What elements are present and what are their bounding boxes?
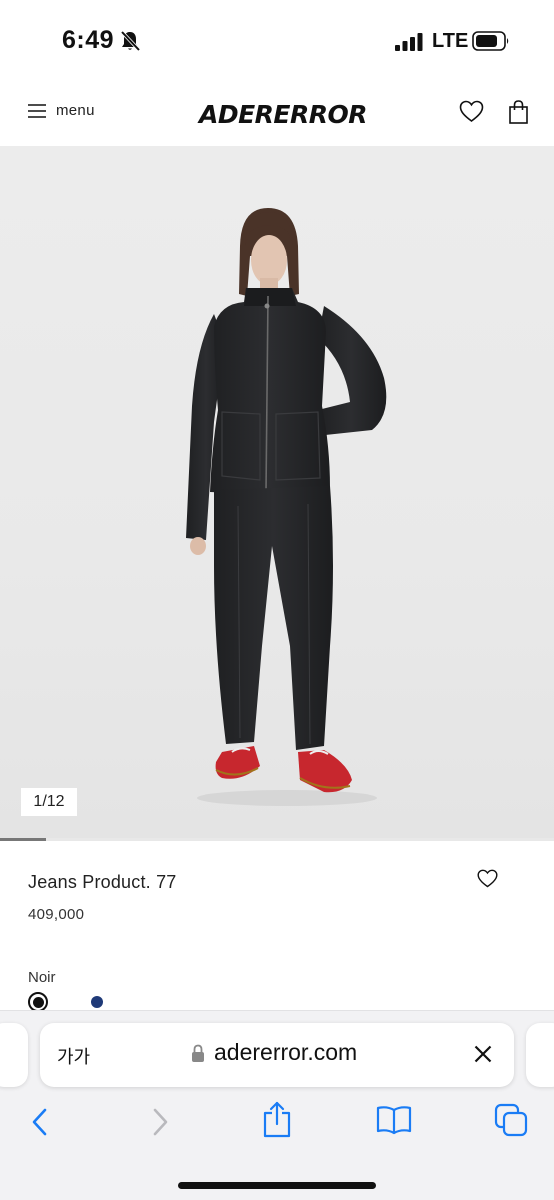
product-heart-icon[interactable] bbox=[477, 869, 498, 888]
bookmarks-icon[interactable] bbox=[376, 1105, 412, 1135]
status-bar: 6:49 LTE bbox=[0, 0, 554, 82]
next-tab-preview[interactable] bbox=[526, 1023, 554, 1087]
product-price: 409,000 bbox=[28, 906, 85, 923]
browser-bottom-bar: 가가 adererror.com bbox=[0, 1010, 554, 1200]
color-swatch-noir-fill bbox=[32, 996, 44, 1008]
menu-label: menu bbox=[56, 102, 95, 119]
back-icon[interactable] bbox=[30, 1107, 50, 1137]
address-bar[interactable]: 가가 adererror.com bbox=[40, 1023, 514, 1087]
color-swatch-blue[interactable] bbox=[91, 996, 103, 1008]
forward-icon[interactable] bbox=[150, 1107, 170, 1137]
battery-icon bbox=[472, 31, 509, 51]
signal-icon bbox=[395, 33, 423, 51]
bell-slash-icon bbox=[120, 30, 140, 52]
image-counter: 1/12 bbox=[21, 788, 77, 816]
previous-tab-preview[interactable] bbox=[0, 1023, 28, 1087]
lock-icon bbox=[192, 1044, 204, 1062]
text-size-button[interactable]: 가가 bbox=[57, 1043, 90, 1069]
tabs-icon[interactable] bbox=[494, 1103, 528, 1137]
heart-icon[interactable] bbox=[459, 100, 484, 123]
close-icon[interactable] bbox=[474, 1045, 492, 1063]
gallery-progress-fill bbox=[0, 838, 46, 841]
gallery-progress-bar bbox=[0, 838, 554, 841]
color-label: Noir bbox=[28, 969, 56, 986]
model-photo bbox=[186, 208, 387, 806]
home-indicator[interactable] bbox=[178, 1182, 376, 1189]
url-text[interactable]: adererror.com bbox=[214, 1039, 357, 1066]
shopping-bag-icon[interactable] bbox=[509, 100, 528, 124]
menu-button[interactable]: menu bbox=[28, 102, 95, 119]
product-name: Jeans Product. 77 bbox=[28, 872, 177, 892]
network-label: LTE bbox=[432, 30, 469, 52]
product-image[interactable] bbox=[0, 146, 554, 840]
brand-logo[interactable]: ADERERROR bbox=[199, 100, 368, 129]
site-header: menu ADERERROR bbox=[0, 82, 554, 146]
hamburger-icon bbox=[28, 103, 46, 118]
share-icon[interactable] bbox=[262, 1101, 292, 1139]
status-time: 6:49 bbox=[62, 26, 115, 54]
color-swatch-noir[interactable] bbox=[28, 992, 48, 1012]
browser-toolbar bbox=[0, 1101, 554, 1145]
